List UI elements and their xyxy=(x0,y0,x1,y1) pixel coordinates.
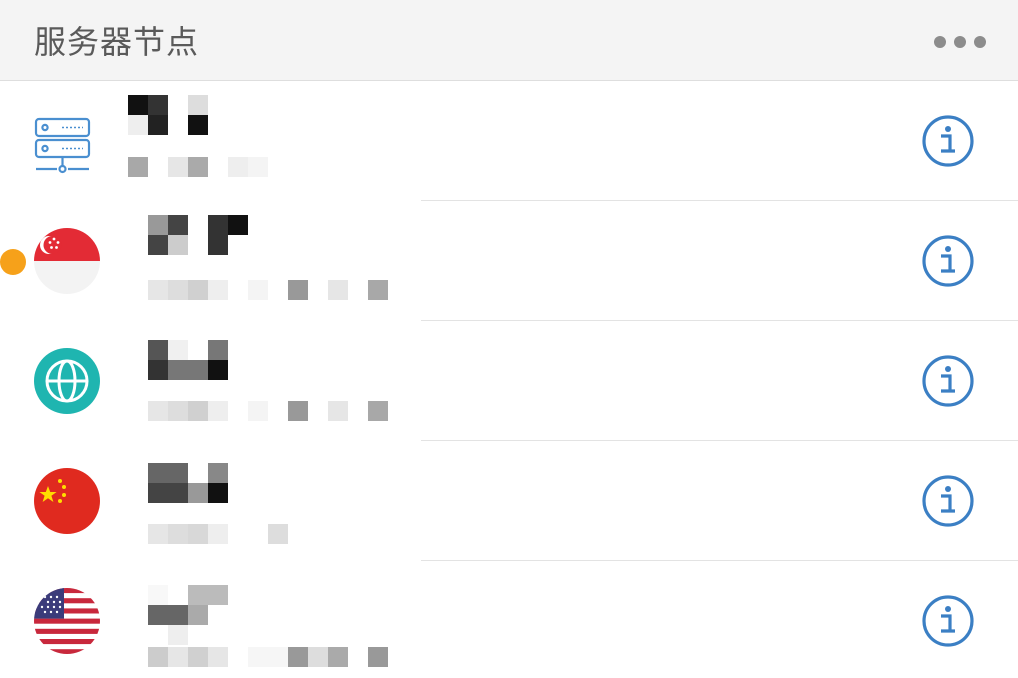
node-name-redacted xyxy=(148,463,248,503)
china-flag-icon xyxy=(34,468,100,534)
node-name-redacted xyxy=(128,95,228,135)
node-name-redacted xyxy=(148,585,248,645)
node-row-globe[interactable] xyxy=(0,321,1018,441)
info-icon[interactable] xyxy=(921,234,975,288)
node-name-redacted xyxy=(148,340,248,380)
more-options-icon[interactable] xyxy=(928,28,992,56)
node-name-redacted xyxy=(148,215,248,255)
node-detail-redacted xyxy=(128,157,368,177)
singapore-flag-icon xyxy=(34,228,100,294)
node-row-usa[interactable] xyxy=(0,561,1018,678)
page-title: 服务器节点 xyxy=(34,23,200,61)
node-row-server[interactable] xyxy=(0,81,1018,201)
node-row-singapore[interactable] xyxy=(0,201,1018,321)
server-icon xyxy=(34,108,100,174)
node-detail-redacted xyxy=(148,280,388,300)
header-bar: 服务器节点 xyxy=(0,0,1018,81)
info-icon[interactable] xyxy=(921,474,975,528)
node-detail-redacted xyxy=(148,524,388,544)
info-icon[interactable] xyxy=(921,354,975,408)
usa-flag-icon xyxy=(34,588,100,654)
info-icon[interactable] xyxy=(921,594,975,648)
node-detail-redacted xyxy=(148,647,388,667)
node-row-china[interactable] xyxy=(0,441,1018,561)
globe-icon xyxy=(34,348,100,414)
node-detail-redacted xyxy=(148,401,388,421)
info-icon[interactable] xyxy=(921,114,975,168)
